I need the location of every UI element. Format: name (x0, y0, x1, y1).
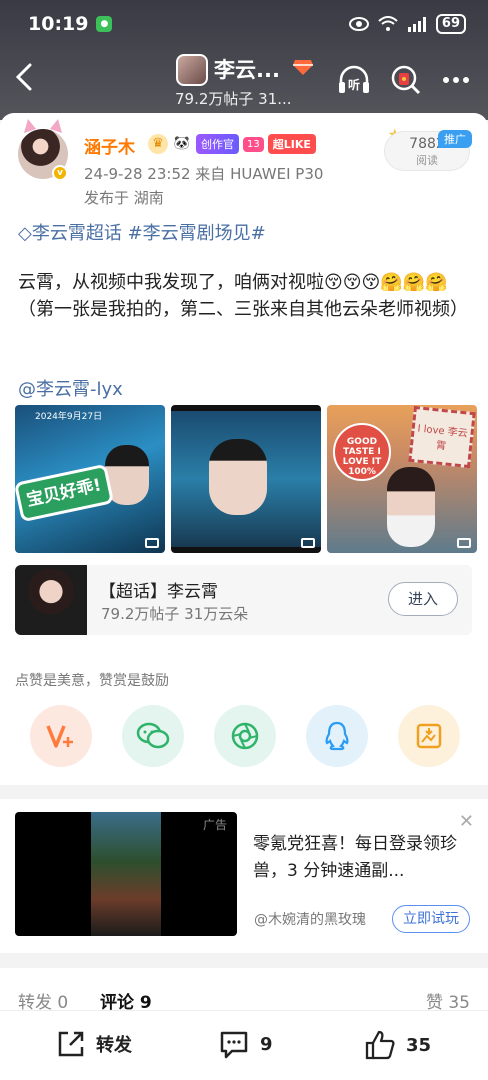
post-location: 发布于 湖南 (84, 189, 164, 207)
comment-count: 9 (260, 1033, 273, 1055)
ad-image[interactable]: 广告 (15, 812, 237, 936)
photo-1-caption: 2024年9月27日 (35, 412, 103, 422)
post-topics[interactable]: ◇李云霄超话 #李云霄剧场见# (18, 219, 266, 245)
ad-user[interactable]: @木婉清的黑玫瑰 (254, 909, 366, 929)
repost-label: 转发 (96, 1035, 132, 1056)
status-icons: 69 (348, 14, 466, 34)
camera-icon (301, 538, 315, 548)
ad-title[interactable]: 零氪党狂喜！每日登录领珍兽，3 分钟速通副... (253, 831, 475, 885)
username[interactable]: 涵子木 (84, 133, 135, 158)
ad-game-screenshot (91, 812, 161, 936)
v-plus-icon (46, 725, 73, 748)
camera-icon (457, 538, 471, 548)
photo-1[interactable]: 2024年9月27日 宝贝好乖! (15, 405, 165, 553)
reward-button[interactable] (30, 705, 92, 767)
qq-icon (325, 721, 349, 751)
user-badges: ♛ 🐼 创作官 13 超LIKE (148, 134, 316, 154)
photo-3-sign: GOOD TASTE I LOVE IT 100% (333, 423, 391, 481)
wechat-icon (136, 722, 170, 749)
share-wechat-button[interactable] (122, 705, 184, 767)
repost-icon (58, 1031, 84, 1057)
save-image-button[interactable] (398, 705, 460, 767)
post-mention[interactable]: @李云霄-lyx (18, 375, 123, 401)
photo-1-sticker: 宝贝好乖! (15, 463, 115, 523)
enter-button[interactable]: 进入 (388, 582, 458, 616)
like-count: 35 (406, 1034, 432, 1056)
repost-button[interactable]: 转发 (56, 1029, 132, 1059)
wifi-icon (378, 16, 398, 31)
battery-indicator: 69 (435, 14, 466, 34)
camera-icon (145, 538, 159, 548)
image-download-icon (416, 723, 442, 749)
supertopic-subtitle: 79.2万帖子 31万云朵 (101, 605, 249, 623)
view-count-label: 阅读 (416, 154, 438, 167)
level-badge: 13 (243, 136, 264, 152)
status-bar: 10:19 ● 69 (28, 10, 466, 38)
ad-tag: 广告 (202, 818, 227, 832)
thumbs-up-icon (365, 1030, 395, 1060)
photo-3-card: I love 李云霄 (408, 405, 476, 469)
page-title[interactable]: 李云... (214, 54, 280, 84)
bottom-action-bar: 转发 9 35 (0, 1010, 488, 1080)
supertopic-title: 【超话】李云霄 (99, 582, 218, 602)
diamond-badge-icon (293, 60, 313, 75)
page-subtitle: 79.2万帖子 31... (175, 90, 292, 108)
topic-avatar[interactable] (176, 54, 208, 86)
status-time: 10:19 (28, 13, 89, 35)
back-arrow-icon[interactable] (12, 62, 38, 92)
svg-text:听: 听 (348, 77, 360, 92)
photo-grid: 2024年9月27日 宝贝好乖! GOOD TASTE I LOVE IT 10… (15, 405, 477, 553)
post-time-device: 24-9-28 23:52 来自 HUAWEI P30 (84, 165, 324, 183)
verified-badge-icon: v (52, 165, 68, 181)
comment-icon (220, 1031, 248, 1059)
promo-tag: 推广 (438, 130, 472, 148)
wechat-notification-icon: ● (96, 16, 113, 32)
try-now-button[interactable]: 立即试玩 (392, 905, 470, 933)
search-redpacket-icon[interactable] (388, 62, 424, 98)
like-button[interactable]: 35 (364, 1029, 431, 1061)
photo-3-person (387, 467, 435, 547)
nav-bar: 李云... 79.2万帖子 31... 听 (0, 50, 488, 110)
photo-3[interactable]: GOOD TASTE I LOVE IT 100% I love 李云霄 (327, 405, 477, 553)
more-options-icon[interactable] (438, 62, 474, 98)
close-icon[interactable]: ✕ (459, 811, 474, 832)
post-content: 云霄，从视频中我发现了，咱俩对视啦😚😚😚🤗🤗🤗（第一张是我拍的，第二、三张来自其… (18, 272, 468, 320)
crown-badge-icon: ♛ (148, 134, 168, 154)
share-qq-button[interactable] (306, 705, 368, 767)
photo-2-person (209, 439, 267, 515)
top-header: 10:19 ● 69 李云... 79.2万帖子 31... 听 (0, 0, 488, 120)
listen-icon[interactable]: 听 (336, 62, 372, 98)
photo-2[interactable] (171, 405, 321, 553)
panda-badge-icon: 🐼 (172, 134, 192, 154)
post-card: v 涵子木 ♛ 🐼 创作官 13 超LIKE 24-9-28 23:52 来自 … (0, 113, 488, 785)
eye-icon (348, 17, 369, 31)
signal-icon (407, 17, 426, 32)
comment-button[interactable]: 9 (218, 1029, 273, 1059)
supertopic-image (15, 565, 87, 635)
share-row (30, 705, 460, 767)
super-like-badge: 超LIKE (267, 134, 316, 154)
creator-badge: 创作官 (196, 134, 239, 154)
supertopic-card[interactable]: 【超话】李云霄 79.2万帖子 31万云朵 进入 (15, 565, 472, 635)
reward-text: 点赞是美意，赞赏是鼓励 (15, 673, 169, 689)
share-moments-button[interactable] (214, 705, 276, 767)
ad-card[interactable]: 广告 ✕ 零氪党狂喜！每日登录领珍兽，3 分钟速通副... @木婉清的黑玫瑰 立… (0, 799, 488, 953)
moments-aperture-icon (231, 722, 259, 750)
